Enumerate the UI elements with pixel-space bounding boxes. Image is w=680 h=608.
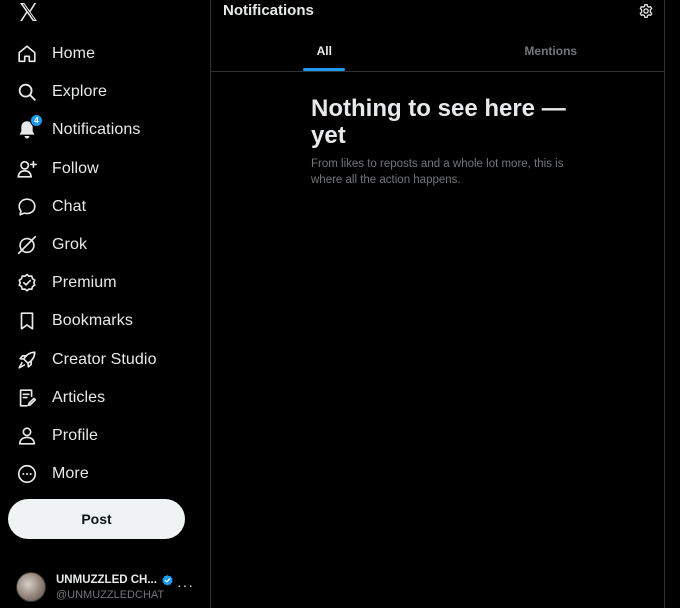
sidebar-item-label: Grok [52,236,88,254]
sidebar: Home Explore 4 Notifications Follow Chat… [0,0,210,608]
sidebar-item-more[interactable]: More [0,455,210,493]
empty-state-title: Nothing to see here — yet [311,95,566,149]
sidebar-item-articles[interactable]: Articles [0,379,210,417]
bell-icon: 4 [16,114,43,141]
account-switcher[interactable]: UNMUZZLED CH... @UNMUZZLEDCHAT ··· [16,571,206,603]
tab-label: All [316,43,332,58]
sidebar-item-label: Explore [52,83,107,101]
home-icon [16,43,38,65]
person-add-icon [16,158,38,180]
sidebar-item-creator-studio[interactable]: Creator Studio [0,341,210,379]
article-icon [16,387,38,409]
more-circle-icon [16,463,38,485]
primary-nav: Home Explore 4 Notifications Follow Chat… [0,35,210,493]
sidebar-item-label: More [52,465,89,483]
notifications-column: Notifications All Mentions Nothing to se… [210,0,665,608]
person-icon [16,425,38,447]
premium-icon [16,272,38,294]
account-text: UNMUZZLED CH... @UNMUZZLEDCHAT [56,574,174,601]
post-button[interactable]: Post [8,499,185,539]
account-more-icon[interactable]: ··· [177,577,194,593]
sidebar-item-home[interactable]: Home [0,35,210,73]
rocket-icon [16,349,38,371]
search-icon [16,81,38,103]
empty-state: Nothing to see here — yet From likes to … [311,95,581,188]
gear-icon[interactable] [638,3,654,19]
scrollbar[interactable] [665,0,680,608]
grok-icon [16,234,38,256]
account-handle: @UNMUZZLEDCHAT [56,588,165,601]
page-title: Notifications [223,2,314,19]
sidebar-item-label: Notifications [52,121,141,139]
avatar [16,572,46,602]
tab-label: Mentions [524,43,578,58]
sidebar-item-label: Creator Studio [52,350,157,368]
sidebar-item-label: Follow [52,159,99,177]
sidebar-item-label: Profile [52,426,99,444]
account-name: UNMUZZLED CH... [56,574,157,586]
sidebar-item-label: Home [52,45,96,63]
bookmark-icon [16,310,38,332]
x-logo-icon[interactable] [16,0,40,24]
empty-state-body: From likes to reposts and a whole lot mo… [311,158,564,186]
sidebar-item-premium[interactable]: Premium [0,264,210,302]
sidebar-item-label: Premium [52,274,117,292]
sidebar-item-label: Bookmarks [52,312,133,330]
sidebar-item-label: Articles [52,388,106,406]
sidebar-item-grok[interactable]: Grok [0,226,210,264]
sidebar-item-notifications[interactable]: 4 Notifications [0,111,210,149]
sidebar-item-label: Chat [52,197,87,215]
sidebar-item-explore[interactable]: Explore [0,73,210,111]
app: Home Explore 4 Notifications Follow Chat… [0,0,680,608]
sidebar-item-chat[interactable]: Chat [0,188,210,226]
account-name-row: UNMUZZLED CH... [56,574,174,587]
sidebar-item-profile[interactable]: Profile [0,417,210,455]
chat-icon [16,196,38,218]
active-tab-indicator [303,68,346,71]
tab-mentions[interactable]: Mentions [438,30,665,71]
notification-count-badge: 4 [30,114,43,128]
verified-badge-icon [162,574,173,586]
notification-tabs: All Mentions [211,30,664,72]
sidebar-item-bookmarks[interactable]: Bookmarks [0,302,210,340]
sidebar-item-follow[interactable]: Follow [0,150,210,188]
tab-all[interactable]: All [211,30,438,71]
